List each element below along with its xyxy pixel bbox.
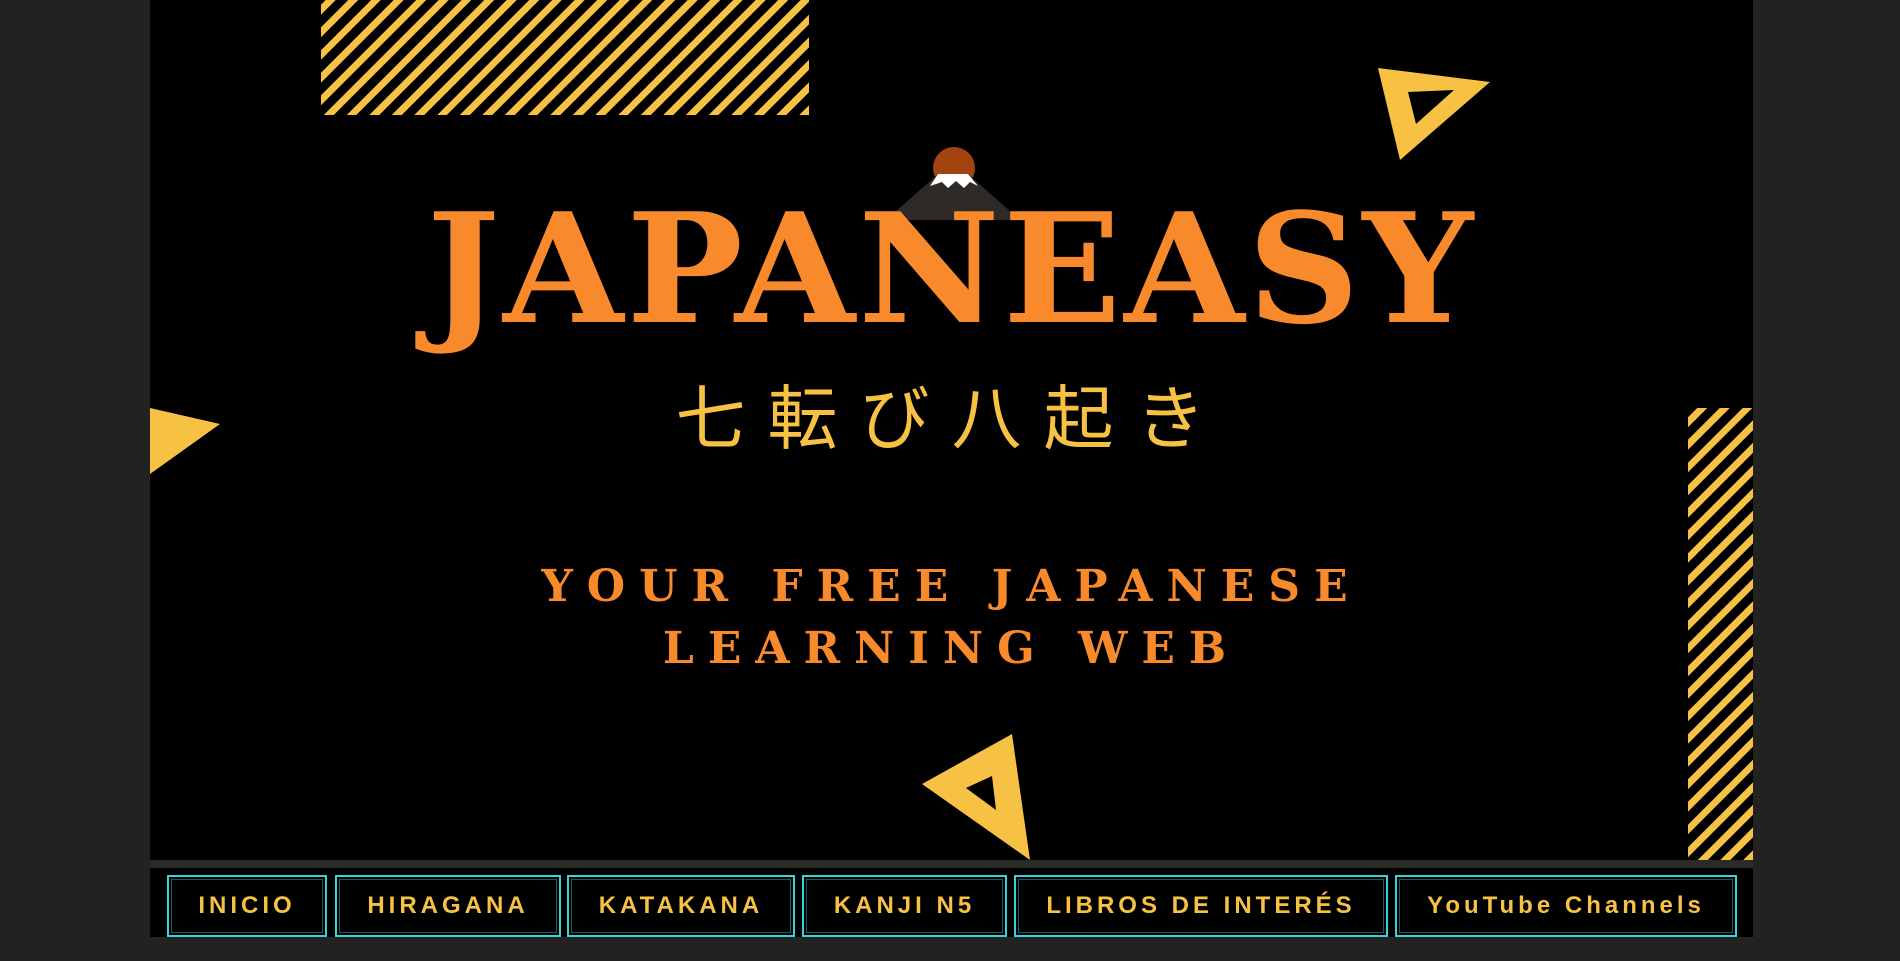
- nav-katakana-button[interactable]: KATAKANA: [567, 875, 795, 937]
- nav-kanji-n5-button[interactable]: KANJI N5: [802, 875, 1007, 937]
- nav-libros-button[interactable]: LIBROS DE INTERÉS: [1014, 875, 1388, 937]
- nav-hiragana-button[interactable]: HIRAGANA: [335, 875, 561, 937]
- japanese-motto: 七転び八起き: [675, 378, 1228, 460]
- hero-banner: JAPANEASY 七転び八起き YOUR FREE JAPANESE LEAR…: [150, 0, 1753, 860]
- triangle-decoration-bottom: [922, 734, 1030, 860]
- main-navigation: INICIO HIRAGANA KATAKANA KANJI N5 LIBROS…: [150, 860, 1753, 937]
- site-title: JAPANEASY: [426, 179, 1477, 358]
- nav-inicio-button[interactable]: INICIO: [167, 875, 327, 937]
- striped-decoration-top: [321, 0, 809, 115]
- triangle-decoration-top-right: [1378, 68, 1490, 160]
- subtitle-line-1: YOUR FREE JAPANESE: [541, 561, 1362, 612]
- subtitle-line-2: LEARNING WEB: [662, 623, 1241, 674]
- site-subtitle: YOUR FREE JAPANESE LEARNING WEB: [150, 556, 1753, 680]
- nav-youtube-channels-button[interactable]: YouTube Channels: [1395, 875, 1737, 937]
